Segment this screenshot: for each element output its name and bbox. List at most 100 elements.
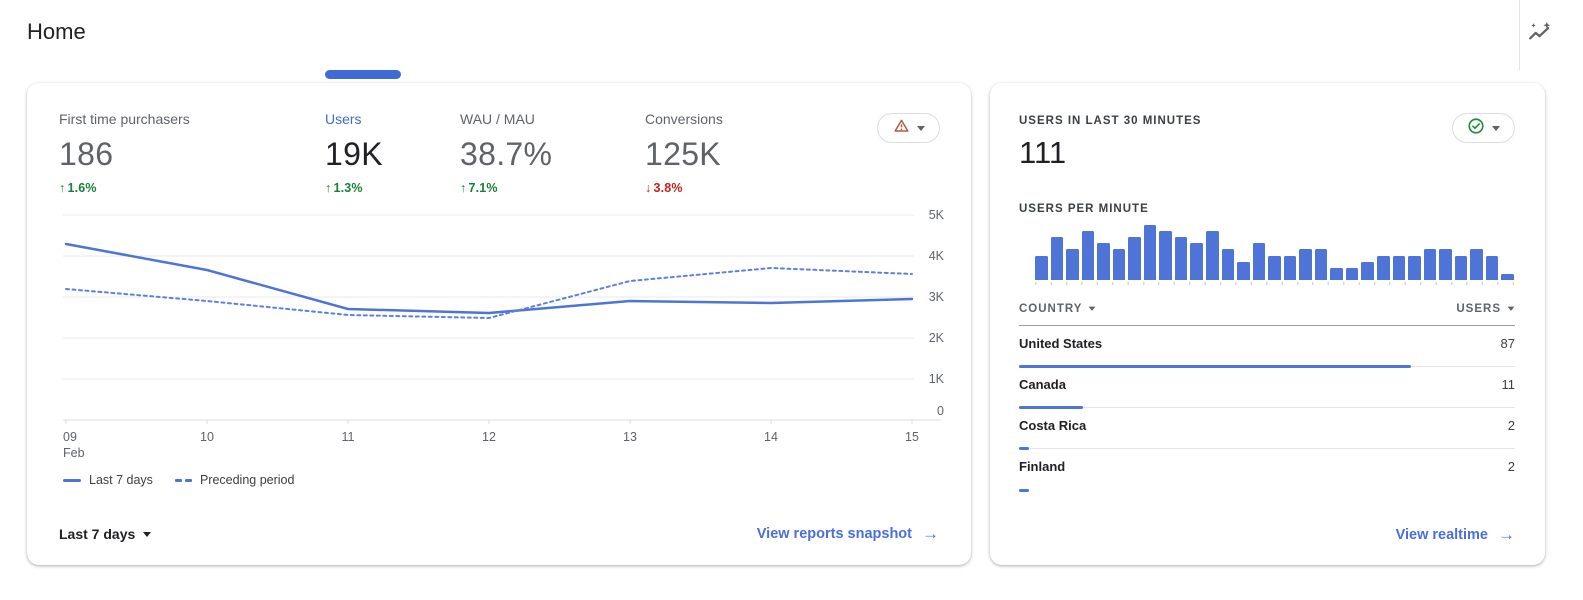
insights-icon	[1527, 21, 1553, 50]
metric-label: First time purchasers	[59, 111, 190, 127]
minute-bar	[1501, 273, 1514, 280]
view-realtime-link[interactable]: View realtime →	[1396, 525, 1515, 545]
minute-bar	[1143, 225, 1157, 280]
metric-delta: ↑ 7.1%	[460, 181, 498, 195]
x-tick-label: 12	[482, 430, 496, 444]
header-divider	[1519, 0, 1520, 70]
date-range-label: Last 7 days	[59, 526, 136, 542]
realtime-title: USERS IN LAST 30 MINUTES	[1019, 115, 1202, 127]
legend-label: Preceding period	[199, 473, 295, 487]
users-per-minute-chart	[1035, 225, 1514, 280]
x-tick-label: 09	[63, 430, 77, 444]
metric-value: 125K	[645, 136, 721, 172]
x-tick-label: 15	[905, 430, 919, 444]
minute-bar	[1206, 231, 1219, 280]
minute-bar	[1035, 255, 1048, 280]
minute-bar	[1454, 255, 1468, 280]
minute-bar	[1237, 261, 1250, 280]
selected-tab-indicator	[325, 70, 401, 79]
metric-delta: ↓ 3.8%	[645, 181, 683, 195]
date-range-selector[interactable]: Last 7 days	[59, 526, 152, 542]
minute-bar	[1221, 249, 1235, 280]
view-reports-snapshot-link[interactable]: View reports snapshot →	[757, 524, 939, 544]
users-trend-chart-wrap: 0 1K 2K 3K 4K 5K 09 Feb 10 11 12 13 14 15	[63, 208, 947, 466]
country-table-body: United States 87 Canada 11 Costa Rica 2 Finlan…	[1019, 326, 1516, 492]
minute-bar	[1174, 237, 1188, 280]
minute-bar	[1097, 243, 1110, 280]
country-name: Costa Rica	[1019, 418, 1087, 433]
country-table: COUNTRY USERS United States 87 Canada 11 Cos…	[1019, 303, 1516, 492]
country-users-value: 2	[1507, 459, 1515, 474]
y-tick-label: 4K	[929, 249, 945, 263]
insights-button[interactable]	[1525, 20, 1555, 50]
chart-legend: Last 7 days Preceding period	[63, 473, 294, 487]
series-line-dashed	[65, 267, 913, 319]
y-tick-label: 3K	[929, 290, 945, 304]
x-tick-label: 13	[623, 430, 637, 444]
minute-bar	[1485, 255, 1499, 280]
realtime-status-badge[interactable]	[1452, 113, 1515, 143]
minute-bar	[1066, 249, 1079, 280]
arrow-right-icon: →	[922, 524, 939, 543]
metric-value: 186	[59, 136, 114, 172]
country-users-value: 11	[1501, 377, 1516, 392]
minute-bar	[1470, 249, 1483, 280]
link-label: View reports snapshot	[756, 526, 912, 542]
country-name: Canada	[1019, 377, 1066, 392]
table-row: Costa Rica 2	[1019, 408, 1515, 450]
minute-bar	[1361, 261, 1375, 280]
metric-label: Users	[325, 111, 362, 127]
metric-value: 38.7%	[460, 136, 553, 172]
minute-bar	[1423, 249, 1437, 280]
metric-value: 19K	[325, 136, 383, 172]
metric-tab-users[interactable]: Users 19K ↑ 1.3%	[325, 111, 383, 195]
series-line-solid	[64, 242, 914, 315]
y-tick-label: 2K	[929, 331, 945, 345]
minute-bar	[1112, 249, 1126, 280]
chevron-down-icon	[916, 125, 925, 135]
minute-bar	[1299, 249, 1312, 280]
y-tick-label: 0	[937, 404, 944, 418]
x-tick-label: 11	[342, 430, 355, 444]
minute-bar	[1050, 237, 1064, 280]
minute-axis-ticks	[1035, 282, 1514, 285]
minute-bar	[1081, 231, 1095, 280]
minute-bar	[1408, 255, 1421, 280]
metric-delta: ↑ 1.3%	[325, 181, 363, 195]
solid-line-swatch	[63, 478, 81, 482]
minute-bar	[1268, 255, 1281, 280]
arrow-up-icon: ↑	[460, 181, 467, 195]
minute-bar	[1283, 255, 1297, 280]
sort-caret-icon	[1089, 306, 1096, 315]
country-users-value: 2	[1507, 418, 1515, 433]
users-column-header[interactable]: USERS	[1456, 303, 1515, 315]
check-circle-icon	[1467, 117, 1485, 140]
minute-bar	[1314, 249, 1328, 280]
dashed-line-swatch	[174, 478, 192, 482]
warning-triangle-icon	[893, 118, 910, 139]
arrow-right-icon: →	[1498, 525, 1515, 544]
arrow-down-icon: ↓	[645, 181, 652, 195]
minute-bar	[1190, 243, 1204, 280]
y-tick-label: 1K	[929, 372, 945, 386]
arrow-up-icon: ↑	[59, 181, 66, 195]
realtime-users-value: 111	[1019, 135, 1067, 170]
y-tick-label: 5K	[929, 209, 945, 222]
minute-bar	[1128, 237, 1141, 280]
realtime-card: USERS IN LAST 30 MINUTES 111 USERS PER M…	[990, 83, 1545, 565]
minute-bar	[1159, 231, 1172, 280]
minute-bar	[1392, 255, 1406, 280]
country-column-header[interactable]: COUNTRY	[1019, 303, 1096, 315]
metric-tab-first-time-purchasers[interactable]: First time purchasers 186 ↑ 1.6%	[59, 111, 190, 195]
minute-bar	[1330, 267, 1343, 280]
data-quality-badge[interactable]	[877, 113, 940, 143]
users-trend-chart: 0 1K 2K 3K 4K 5K 09 Feb 10 11 12 13 14 15	[63, 208, 945, 460]
x-tick-label: 14	[764, 430, 778, 444]
legend-item-current: Last 7 days	[63, 473, 153, 487]
metric-tab-wau-mau[interactable]: WAU / MAU 38.7% ↑ 7.1%	[460, 111, 552, 195]
minute-bar	[1345, 267, 1359, 280]
legend-item-preceding: Preceding period	[174, 473, 295, 487]
metric-label: Conversions	[645, 111, 723, 127]
table-row: United States 87	[1019, 326, 1515, 368]
metric-tab-conversions[interactable]: Conversions 125K ↓ 3.8%	[645, 111, 723, 195]
